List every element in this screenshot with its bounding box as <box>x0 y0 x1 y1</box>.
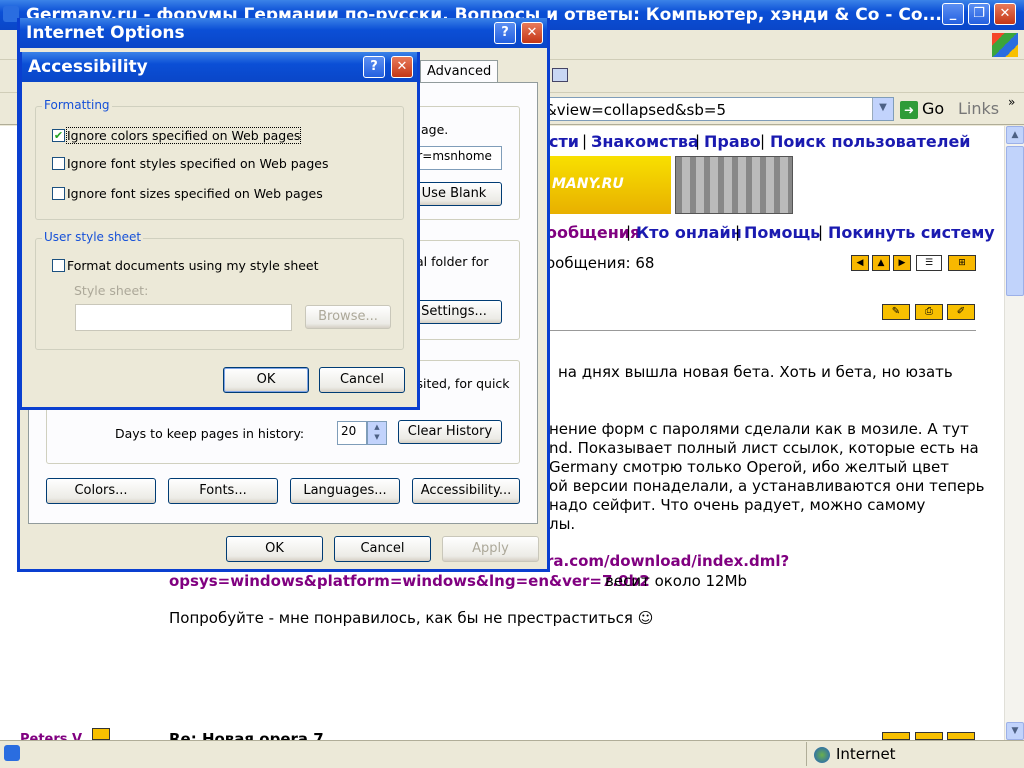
accessibility-button[interactable]: Accessibility... <box>412 478 520 504</box>
vertical-scrollbar[interactable]: ▲ ▼ <box>1004 126 1024 740</box>
post-line: надо сейфит. Что очень радует, можно сам… <box>549 496 926 514</box>
colors-button[interactable]: Colors... <box>46 478 156 504</box>
download-link-cont[interactable]: opsys=windows&platform=windows&lng=en&ve… <box>169 572 650 590</box>
ignore-font-styles-label[interactable]: Ignore font styles specified on Web page… <box>67 156 328 171</box>
edit-icon[interactable]: ✐ <box>947 304 975 320</box>
download-size: весит около 12Mb <box>605 572 748 590</box>
prev-arrow-icon[interactable]: ◀ <box>851 255 869 271</box>
nav-link-dating[interactable]: Знакомства <box>591 132 699 151</box>
nav-link-who-online[interactable]: Кто онлайн <box>636 223 742 242</box>
nav-link-law[interactable]: Право <box>704 132 761 151</box>
post-line: на днях вышла новая бета. Хоть и бета, н… <box>558 363 953 381</box>
post-line: nd. Показывает полный лист ссылок, котор… <box>549 439 979 457</box>
chevron-right-icon[interactable]: » <box>1008 95 1015 109</box>
nav-link-user-search[interactable]: Поиск пользователей <box>770 132 971 151</box>
home-page-address[interactable]: ar=msnhome <box>406 146 502 170</box>
site-banner[interactable]: MANY.RU <box>548 156 671 214</box>
divider <box>548 330 976 331</box>
tab-advanced[interactable]: Advanced <box>420 60 499 82</box>
post-line: Germany смотрю только Operой, ибо желтый… <box>549 458 950 476</box>
close-dialog-button[interactable]: ✕ <box>391 56 413 78</box>
accessibility-ok-button[interactable]: OK <box>223 367 309 393</box>
clear-history-button[interactable]: Clear History <box>398 420 502 444</box>
scroll-down-icon[interactable]: ▼ <box>1006 722 1024 740</box>
days-input[interactable]: 20 <box>337 421 367 445</box>
ignore-font-styles-checkbox[interactable] <box>52 157 65 170</box>
days-label: Days to keep pages in history: <box>115 426 305 441</box>
user-icon <box>92 728 110 740</box>
print-icon[interactable]: ⎙ <box>915 304 943 320</box>
links-toolbar[interactable]: Links <box>958 99 999 118</box>
nav-link-help[interactable]: Помощь <box>744 223 820 242</box>
apply-button[interactable]: Apply <box>442 536 539 562</box>
ignore-colors-label[interactable]: Ignore colors specified on Web pages <box>65 127 302 144</box>
next-post-user[interactable]: Peters V. <box>20 732 85 740</box>
edit-icon[interactable] <box>947 732 975 740</box>
format-documents-checkbox[interactable] <box>52 259 65 272</box>
dialog-title: Internet Options <box>26 23 185 43</box>
ignore-font-sizes-label[interactable]: Ignore font sizes specified on Web pages <box>67 186 323 201</box>
status-divider <box>806 742 807 766</box>
maximize-button[interactable]: ❐ <box>968 3 990 25</box>
use-blank-button[interactable]: Use Blank <box>406 182 502 206</box>
close-dialog-button[interactable]: ✕ <box>521 22 543 44</box>
format-documents-label[interactable]: Format documents using my style sheet <box>67 258 319 273</box>
address-input[interactable]: &view=collapsed&sb=5 <box>540 97 894 121</box>
fonts-button[interactable]: Fonts... <box>168 478 278 504</box>
style-sheet-label: Style sheet: <box>74 283 149 298</box>
post-line: лы. <box>549 515 576 533</box>
scroll-up-icon[interactable]: ▲ <box>1006 126 1024 144</box>
threaded-view-icon[interactable]: ⊞ <box>948 255 976 271</box>
post-line: ой версии понаделали, а устанавливаются … <box>549 477 985 495</box>
style-sheet-title: User style sheet <box>42 230 144 244</box>
nav-link-logout[interactable]: Покинуть систему <box>828 223 995 242</box>
security-zone: Internet <box>836 745 896 763</box>
accessibility-title-bar: Accessibility <box>22 52 417 82</box>
scroll-thumb[interactable] <box>1006 146 1024 296</box>
accessibility-cancel-button[interactable]: Cancel <box>319 367 405 393</box>
history-text: isited, for quick <box>413 376 510 391</box>
style-sheet-input[interactable] <box>75 304 292 331</box>
ignore-font-sizes-checkbox[interactable] <box>52 187 65 200</box>
cartoon-banner-image <box>675 156 793 214</box>
reply-icon[interactable] <box>882 732 910 740</box>
go-arrow-icon[interactable]: ➜ <box>900 101 918 119</box>
globe-icon <box>814 747 830 763</box>
home-page-text: age. <box>421 122 449 137</box>
next-post-title: Re: Новая opera 7 <box>169 730 324 740</box>
cancel-button[interactable]: Cancel <box>334 536 431 562</box>
settings-button[interactable]: Settings... <box>406 300 502 324</box>
help-button[interactable]: ? <box>363 56 385 78</box>
page-status-icon <box>4 745 20 761</box>
media-icon[interactable] <box>552 68 568 82</box>
ignore-colors-checkbox[interactable]: ✔ <box>52 129 65 142</box>
post-closing: Попробуйте - мне понравилось, как бы не … <box>169 609 654 627</box>
days-spinner[interactable]: ▲ ▼ <box>367 421 387 445</box>
go-button[interactable]: Go <box>922 99 944 118</box>
languages-button[interactable]: Languages... <box>290 478 400 504</box>
flat-view-icon[interactable]: ☰ <box>916 255 942 271</box>
print-icon[interactable] <box>915 732 943 740</box>
internet-options-title-bar: Internet Options <box>20 18 547 48</box>
post-line: нение форм с паролями сделали как в мози… <box>549 420 969 438</box>
address-dropdown-icon[interactable]: ▼ <box>872 98 893 120</box>
dialog-title: Accessibility <box>28 57 148 77</box>
reply-icon[interactable]: ✎ <box>882 304 910 320</box>
close-window-button[interactable]: ✕ <box>994 3 1016 25</box>
minimize-button[interactable]: _ <box>942 3 964 25</box>
browse-button[interactable]: Browse... <box>305 305 391 329</box>
help-button[interactable]: ? <box>494 22 516 44</box>
nav-link[interactable]: сти <box>549 132 579 151</box>
download-link[interactable]: ra.com/download/index.dml? <box>546 552 789 570</box>
ok-button[interactable]: OK <box>226 536 323 562</box>
banner-text: MANY.RU <box>552 176 624 192</box>
formatting-title: Formatting <box>42 98 112 112</box>
post-count: ообщения: 68 <box>546 254 655 272</box>
temp-files-text: al folder for <box>416 254 489 269</box>
windows-flag-icon <box>992 33 1018 57</box>
up-arrow-icon[interactable]: ▲ <box>872 255 890 271</box>
next-arrow-icon[interactable]: ▶ <box>893 255 911 271</box>
